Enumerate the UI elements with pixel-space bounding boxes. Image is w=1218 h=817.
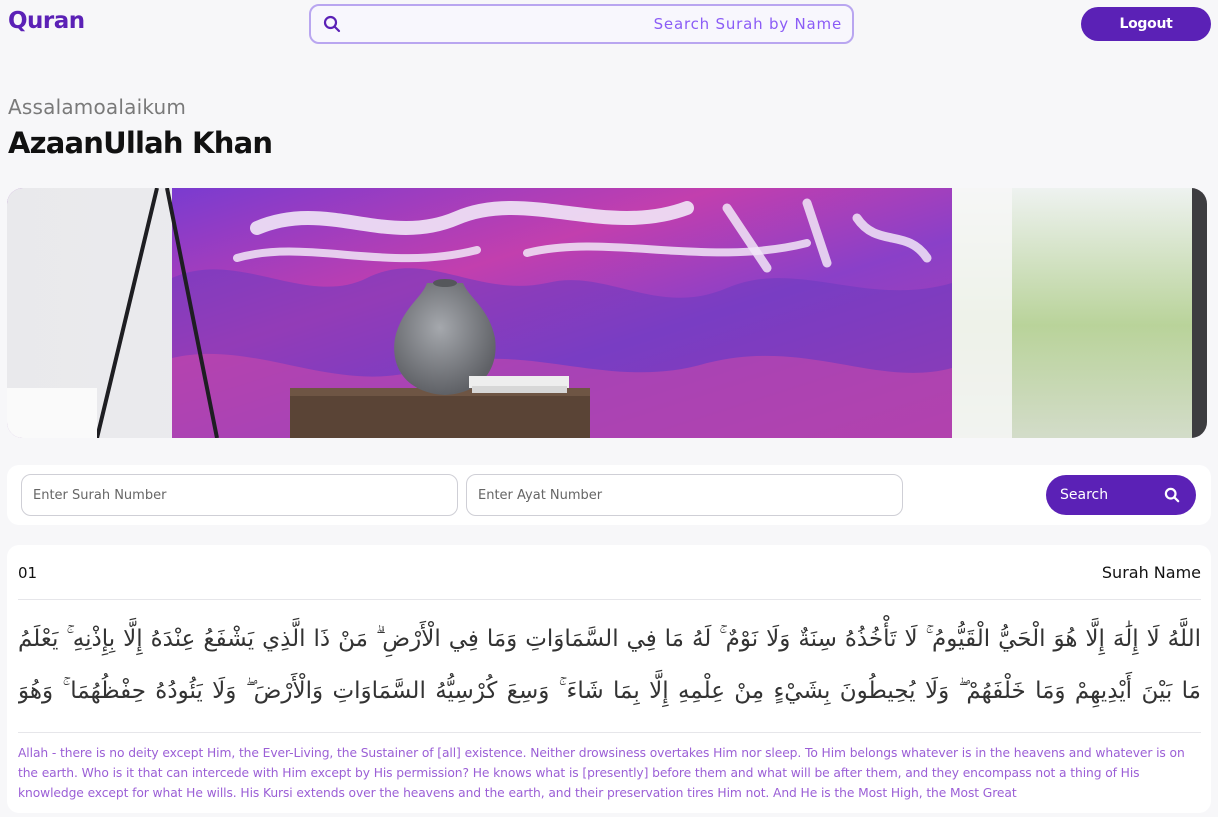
magnifier-icon — [1164, 487, 1180, 503]
user-name: AzaanUllah Khan — [8, 126, 273, 160]
app-logo[interactable]: Quran — [8, 8, 85, 34]
ayat-translation: Allah - there is no deity except Him, th… — [18, 746, 1185, 800]
hero-banner-image — [7, 188, 1207, 438]
surah-search-bar[interactable] — [309, 4, 854, 44]
ayat-card: 01 Surah Name اللَّهُ لَا إِلَٰهَ إِلَّا… — [7, 545, 1211, 813]
search-button-label: Search — [1060, 487, 1109, 503]
logout-button[interactable]: Logout — [1081, 7, 1211, 41]
greeting-text: Assalamoalaikum — [8, 95, 187, 119]
ayat-number-input[interactable] — [466, 474, 903, 516]
ayat-number: 01 — [18, 564, 38, 582]
surah-number-input[interactable] — [21, 474, 458, 516]
search-icon — [323, 15, 341, 33]
surah-search-input[interactable] — [341, 15, 842, 33]
card-divider — [18, 732, 1201, 733]
surah-name: Surah Name — [1101, 563, 1201, 582]
arabic-ayat-text: اللَّهُ لَا إِلَٰهَ إِلَّا هُوَ الْحَيُّ… — [18, 626, 1201, 704]
card-divider — [18, 599, 1201, 600]
ayat-search-panel: Search — [7, 465, 1211, 525]
search-button[interactable]: Search — [1046, 475, 1196, 515]
